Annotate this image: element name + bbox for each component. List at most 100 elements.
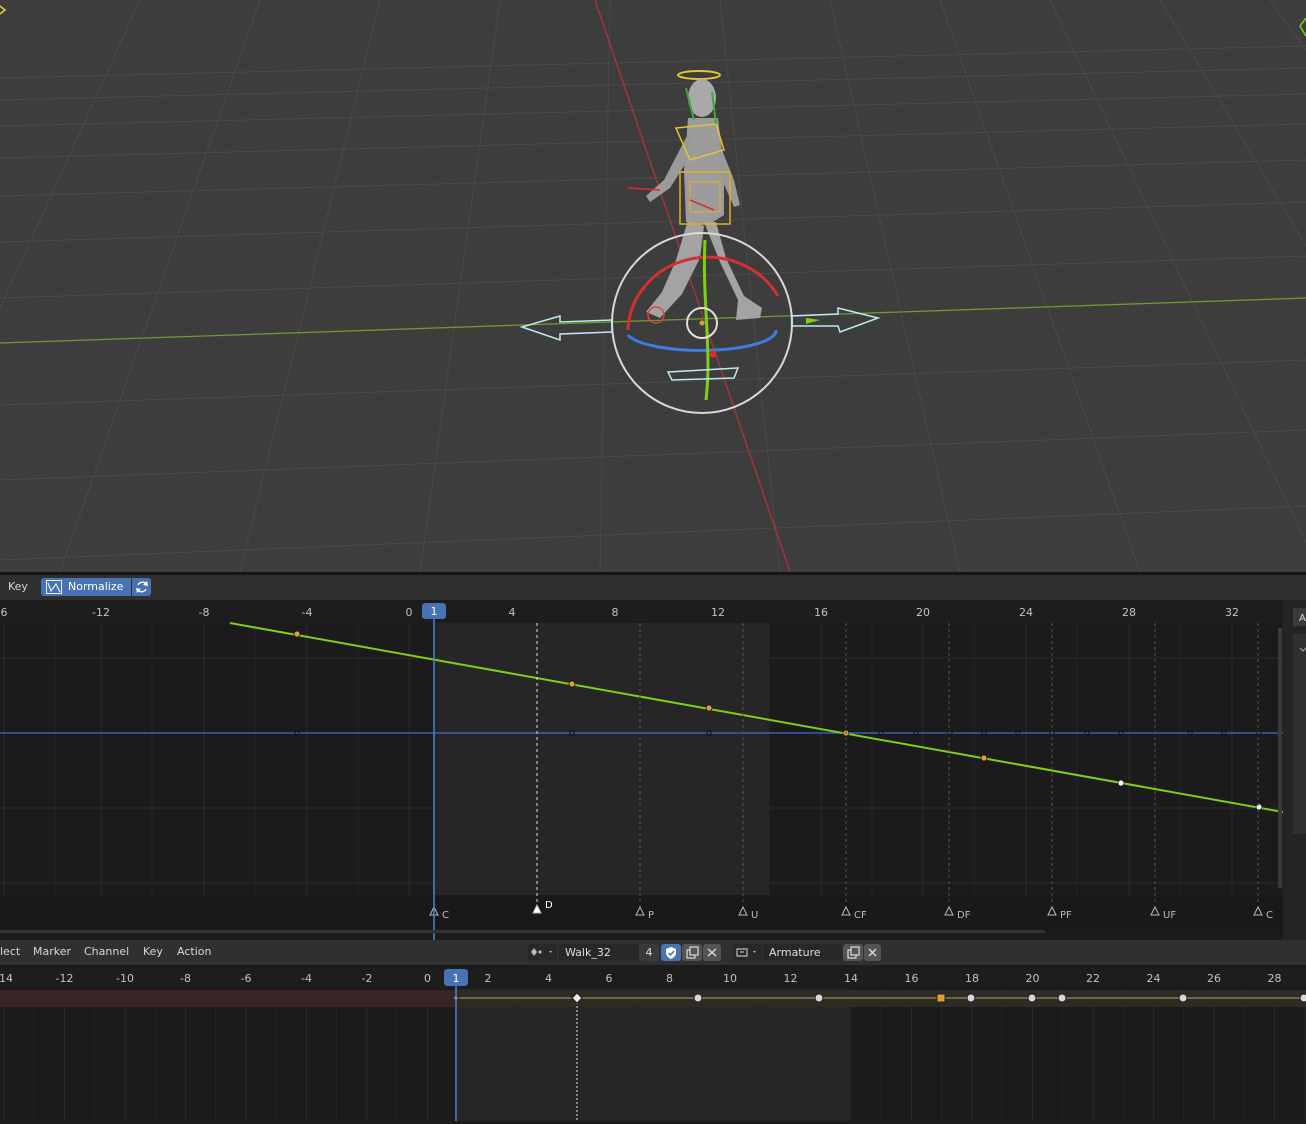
ruler-tick-label: 24: [1147, 972, 1161, 985]
graph-editor[interactable]: 6 -12 -8 -4 0 4 8 12 16 20 24 28 32 C D P U CF DF PF UF C 1 …: [0, 600, 1306, 940]
key-menu[interactable]: Key: [8, 580, 28, 593]
ruler-tick-label: 16: [814, 606, 828, 619]
refresh-icon: [136, 581, 148, 593]
vertical-scrollbar[interactable]: [1278, 628, 1282, 888]
armature-icon: [736, 948, 756, 957]
graph-ruler[interactable]: [0, 600, 1283, 623]
action-ruler[interactable]: [0, 965, 1306, 989]
duplicate-icon: [847, 946, 860, 959]
keyframe-point[interactable]: [1057, 993, 1067, 1003]
ruler-tick-label: -10: [116, 972, 134, 985]
viewport-scene[interactable]: [0, 0, 1306, 572]
current-frame-label-timeline: 1: [453, 972, 460, 985]
ruler-tick-label: 2: [485, 972, 492, 985]
ruler-tick-label: 8: [666, 972, 673, 985]
clear-object-action-button[interactable]: [864, 944, 881, 961]
action-users-count[interactable]: 4: [639, 944, 659, 961]
ruler-tick-label: 24: [1019, 606, 1033, 619]
duplicate-object-action-button[interactable]: [843, 944, 863, 961]
marker-menu[interactable]: Marker: [33, 945, 71, 958]
ruler-tick-label: 6: [1, 606, 8, 619]
graph-editor-header: Key Normalize: [0, 575, 1306, 600]
keyframe-point[interactable]: [293, 630, 301, 638]
keyframe-point[interactable]: [1255, 803, 1263, 811]
action-menu[interactable]: Action: [177, 945, 211, 958]
ruler-tick-label: -8: [180, 972, 191, 985]
object-browse-button[interactable]: [733, 944, 762, 961]
ruler-tick-label: 0: [424, 972, 431, 985]
ruler-tick-label: 16: [905, 972, 919, 985]
keyframe-point[interactable]: [966, 993, 976, 1003]
ruler-tick-label: 4: [509, 606, 516, 619]
keyframe-point[interactable]: [1027, 993, 1037, 1003]
horizontal-scrollbar[interactable]: [0, 930, 1045, 933]
key-menu-timeline[interactable]: Key: [143, 945, 163, 958]
marker-label: D: [545, 900, 553, 911]
keyframe-point[interactable]: [693, 993, 703, 1003]
marker-label: DF: [957, 910, 971, 921]
ruler-tick-label: -4: [301, 972, 312, 985]
sidebar-panel: [1293, 634, 1306, 834]
close-icon: [707, 948, 717, 957]
marker-label: C: [1266, 910, 1273, 921]
keyframe-point[interactable]: [980, 754, 988, 762]
ruler-tick-label: -4: [302, 606, 313, 619]
graph-editor-canvas[interactable]: 6 -12 -8 -4 0 4 8 12 16 20 24 28 32 CDP U CF DF PF UF C 1 …: [0, 600, 1306, 940]
ruler-tick-label: -12: [56, 972, 74, 985]
ruler-tick-label: -12: [92, 606, 110, 619]
ruler-tick-label: 12: [711, 606, 725, 619]
ruler-tick-label: 18: [965, 972, 979, 985]
keyframe-point[interactable]: [1299, 993, 1306, 1003]
ruler-tick-label: 14: [0, 972, 13, 985]
keyframe-point[interactable]: [936, 993, 946, 1003]
action-editor[interactable]: 14 -12 -10 -8 -6 -4 -2 0 2 4 6 8 10 12 14 16 18 20 22 24 26 2…: [0, 965, 1306, 1121]
shield-icon: [666, 947, 676, 959]
ruler-tick-label: 8: [612, 606, 619, 619]
normalize-refresh-button[interactable]: [132, 578, 151, 596]
keyframe-point[interactable]: [568, 680, 576, 688]
normalize-label: Normalize: [68, 580, 124, 593]
marker-label: P: [648, 910, 654, 921]
unlink-action-button[interactable]: [703, 944, 721, 961]
ruler-tick-label: 20: [916, 606, 930, 619]
duplicate-icon: [686, 946, 699, 959]
corner-navigation-icon[interactable]: [0, 5, 1306, 37]
ruler-tick-label: 20: [1026, 972, 1040, 985]
marker-label: C: [442, 910, 449, 921]
3d-viewport[interactable]: [0, 0, 1306, 572]
normalize-icon: [46, 580, 62, 594]
normalize-toggle[interactable]: Normalize: [41, 578, 131, 596]
ruler-tick-label: 22: [1086, 972, 1100, 985]
keyframe-point[interactable]: [814, 993, 824, 1003]
ruler-tick-label: -2: [362, 972, 373, 985]
action-browse-button[interactable]: [528, 944, 557, 961]
current-frame-label: 1: [431, 605, 438, 618]
ruler-tick-label: 4: [545, 972, 552, 985]
keyframe-point[interactable]: [705, 704, 713, 712]
action-editor-canvas[interactable]: 14 -12 -10 -8 -6 -4 -2 0 2 4 6 8 10 12 14 16 18 20 22 24 26 2…: [0, 965, 1306, 1121]
marker-label: UF: [1163, 910, 1176, 921]
marker-strip[interactable]: [0, 895, 1283, 930]
fake-user-toggle[interactable]: [661, 944, 681, 961]
ruler-tick-label: 6: [606, 972, 613, 985]
object-name-field[interactable]: Armature: [763, 944, 842, 961]
close-icon: [868, 948, 877, 957]
ruler-tick-label: 10: [723, 972, 737, 985]
sidebar-tab-label: A: [1299, 613, 1306, 624]
ruler-tick-label: -6: [241, 972, 252, 985]
ruler-tick-label: 14: [844, 972, 858, 985]
ruler-tick-label: 26: [1207, 972, 1221, 985]
duplicate-action-button[interactable]: [682, 944, 702, 961]
keyframe-point[interactable]: [1178, 993, 1188, 1003]
action-name-field[interactable]: Walk_32: [559, 944, 639, 961]
summary-channel-row-outside[interactable]: [0, 990, 456, 1007]
ruler-tick-label: 0: [406, 606, 413, 619]
ruler-tick-label: 28: [1122, 606, 1136, 619]
ruler-tick-label: 12: [784, 972, 798, 985]
select-menu[interactable]: lect: [0, 945, 20, 958]
action-editor-header: lect Marker Channel Key Action Walk_32 4: [0, 940, 1306, 965]
marker-label: CF: [854, 910, 867, 921]
channel-menu[interactable]: Channel: [84, 945, 129, 958]
keyframe-point[interactable]: [1117, 779, 1125, 787]
ruler-tick-label: 32: [1225, 606, 1239, 619]
